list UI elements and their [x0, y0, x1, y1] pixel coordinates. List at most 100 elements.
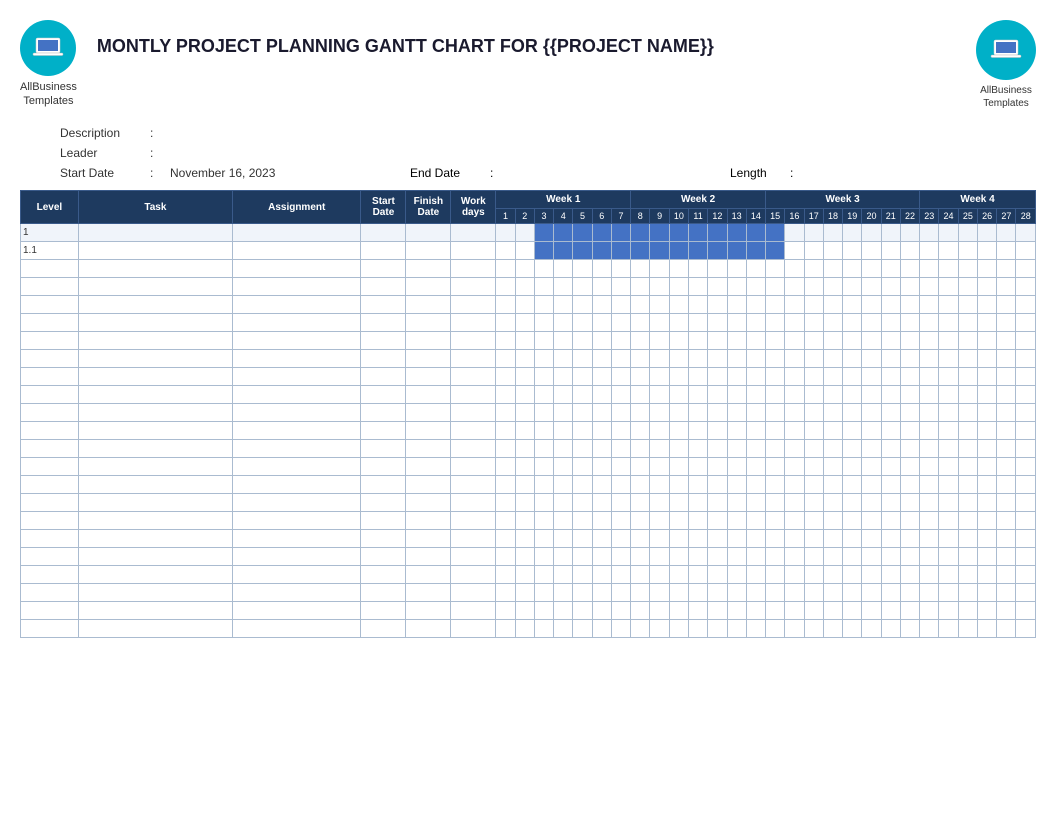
table-row — [21, 494, 1036, 512]
table-row — [21, 332, 1036, 350]
cell-r1-c5 — [451, 242, 496, 260]
day-cell-r20-d13 — [727, 584, 746, 602]
day-cell-r14-d11 — [688, 476, 707, 494]
day-cell-r2-d2 — [515, 260, 534, 278]
day-cell-r11-d27 — [997, 422, 1016, 440]
day-cell-r3-d15 — [766, 278, 785, 296]
gantt-body: 11.1 — [21, 224, 1036, 638]
day-cell-r2-d16 — [785, 260, 804, 278]
day-cell-r5-d17 — [804, 314, 823, 332]
cell-r14-c2 — [232, 476, 360, 494]
laptop-icon — [31, 31, 65, 65]
cell-r2-c4 — [406, 260, 451, 278]
cell-r7-c0 — [21, 350, 79, 368]
cell-r3-c5 — [451, 278, 496, 296]
day-cell-r0-d19 — [843, 224, 862, 242]
day-cell-r17-d13 — [727, 530, 746, 548]
day-cell-r18-d2 — [515, 548, 534, 566]
day-cell-r7-d28 — [1016, 350, 1036, 368]
day-cell-r2-d19 — [843, 260, 862, 278]
day-cell-r1-d14 — [746, 242, 765, 260]
cell-r12-c1 — [78, 440, 232, 458]
cell-r20-c1 — [78, 584, 232, 602]
day-cell-r4-d21 — [881, 296, 900, 314]
day-cell-r21-d10 — [669, 602, 688, 620]
day-cell-r7-d19 — [843, 350, 862, 368]
day-cell-r19-d18 — [823, 566, 842, 584]
day-cell-r0-d10 — [669, 224, 688, 242]
day-cell-r15-d12 — [708, 494, 727, 512]
day-cell-r2-d26 — [977, 260, 996, 278]
day-11: 11 — [688, 209, 707, 224]
day-cell-r22-d13 — [727, 620, 746, 638]
day-cell-r15-d22 — [900, 494, 919, 512]
cell-r16-c1 — [78, 512, 232, 530]
cell-r11-c3 — [361, 422, 406, 440]
day-cell-r22-d1 — [496, 620, 515, 638]
day-cell-r21-d26 — [977, 602, 996, 620]
table-row — [21, 386, 1036, 404]
day-cell-r8-d6 — [592, 368, 611, 386]
day-cell-r12-d11 — [688, 440, 707, 458]
day-cell-r19-d10 — [669, 566, 688, 584]
day-21: 21 — [881, 209, 900, 224]
cell-r3-c0 — [21, 278, 79, 296]
day-cell-r14-d2 — [515, 476, 534, 494]
day-cell-r3-d11 — [688, 278, 707, 296]
cell-r8-c0 — [21, 368, 79, 386]
table-row — [21, 458, 1036, 476]
day-cell-r5-d24 — [939, 314, 958, 332]
day-cell-r4-d18 — [823, 296, 842, 314]
day-cell-r1-d12 — [708, 242, 727, 260]
day-cell-r8-d3 — [534, 368, 553, 386]
col-level-header: Level — [21, 191, 79, 224]
day-cell-r19-d26 — [977, 566, 996, 584]
day-cell-r6-d21 — [881, 332, 900, 350]
day-cell-r8-d21 — [881, 368, 900, 386]
day-cell-r8-d15 — [766, 368, 785, 386]
day-cell-r16-d20 — [862, 512, 881, 530]
day-cell-r4-d9 — [650, 296, 669, 314]
day-cell-r8-d28 — [1016, 368, 1036, 386]
day-cell-r13-d16 — [785, 458, 804, 476]
day-cell-r9-d5 — [573, 386, 592, 404]
table-row — [21, 296, 1036, 314]
day-cell-r4-d5 — [573, 296, 592, 314]
day-cell-r7-d2 — [515, 350, 534, 368]
day-cell-r10-d1 — [496, 404, 515, 422]
day-cell-r16-d3 — [534, 512, 553, 530]
cell-r9-c2 — [232, 386, 360, 404]
brand-text-left: AllBusiness Templates — [20, 80, 77, 109]
day-cell-r12-d14 — [746, 440, 765, 458]
day-cell-r11-d10 — [669, 422, 688, 440]
day-22: 22 — [900, 209, 919, 224]
day-cell-r1-d19 — [843, 242, 862, 260]
day-cell-r0-d13 — [727, 224, 746, 242]
day-cell-r9-d1 — [496, 386, 515, 404]
day-cell-r11-d14 — [746, 422, 765, 440]
day-cell-r16-d4 — [554, 512, 573, 530]
day-cell-r6-d25 — [958, 332, 977, 350]
cell-r15-c2 — [232, 494, 360, 512]
day-cell-r13-d12 — [708, 458, 727, 476]
day-cell-r15-d27 — [997, 494, 1016, 512]
day-cell-r5-d12 — [708, 314, 727, 332]
day-cell-r1-d2 — [515, 242, 534, 260]
cell-r22-c2 — [232, 620, 360, 638]
day-cell-r11-d20 — [862, 422, 881, 440]
info-section: Description : Leader : Start Date : Nove… — [60, 126, 1036, 180]
day-cell-r17-d10 — [669, 530, 688, 548]
day-cell-r1-d13 — [727, 242, 746, 260]
day-cell-r22-d21 — [881, 620, 900, 638]
day-cell-r9-d4 — [554, 386, 573, 404]
day-cell-r10-d11 — [688, 404, 707, 422]
day-cell-r19-d15 — [766, 566, 785, 584]
day-cell-r11-d22 — [900, 422, 919, 440]
day-cell-r1-d15 — [766, 242, 785, 260]
cell-r20-c4 — [406, 584, 451, 602]
day-cell-r9-d26 — [977, 386, 996, 404]
day-cell-r19-d1 — [496, 566, 515, 584]
day-cell-r13-d22 — [900, 458, 919, 476]
day-cell-r22-d17 — [804, 620, 823, 638]
day-cell-r9-d20 — [862, 386, 881, 404]
